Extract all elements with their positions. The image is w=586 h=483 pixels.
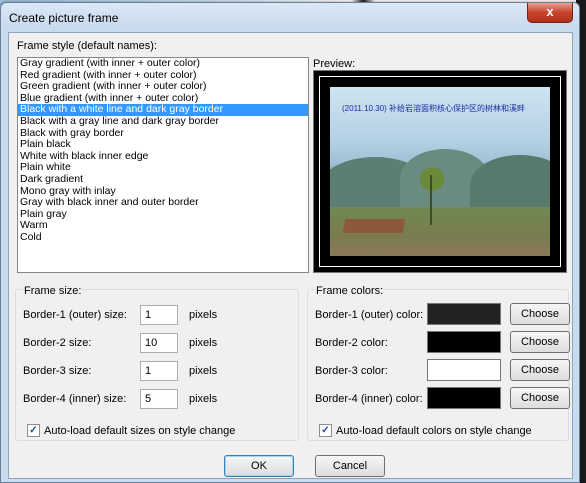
frame-style-label: Frame style (default names): [17, 40, 157, 52]
autoload-sizes-checkbox[interactable]: ✓ [27, 424, 40, 437]
frame-style-listbox[interactable]: Gray gradient (with inner + outer color)… [17, 57, 309, 273]
cancel-button[interactable]: Cancel [315, 455, 385, 477]
border-1-size-input[interactable]: 1 [140, 305, 178, 325]
create-picture-frame-dialog: Create picture frame x Frame style (defa… [0, 2, 580, 483]
photo-mountain [470, 155, 550, 215]
pixels-unit-label: pixels [189, 365, 218, 377]
frame-style-list-item[interactable]: Dark gradient [18, 173, 308, 186]
dialog-client-area: Frame style (default names): Gray gradie… [8, 32, 573, 479]
pixels-unit-label: pixels [189, 393, 218, 405]
checkmark-icon: ✓ [321, 425, 330, 436]
frame-size-label: Frame size: [23, 285, 83, 297]
preview-photo: (2011.10.30) 补给岩溶面积核心保护区的树林和溪畔 [330, 87, 550, 256]
border-1-color-label: Border-1 (outer) color: [315, 309, 424, 321]
pixels-unit-label: pixels [189, 337, 218, 349]
border-3-color-label: Border-3 color: [315, 365, 388, 377]
frame-style-list-item[interactable]: Plain gray [18, 208, 308, 221]
border-1-color-swatch [427, 303, 501, 325]
frame-style-list-item[interactable]: Plain black [18, 139, 308, 151]
checkmark-icon: ✓ [29, 425, 38, 436]
photo-roof [342, 219, 406, 233]
border-2-size-label: Border-2 size: [23, 337, 92, 349]
close-button[interactable]: x [527, 3, 573, 23]
photo-tree [420, 167, 444, 191]
border-2-color-swatch [427, 331, 501, 353]
border-4-color-swatch [427, 387, 501, 409]
photo-tree-trunk [430, 175, 432, 225]
border-1-choose-button[interactable]: Choose [510, 303, 570, 325]
border-3-color-swatch [427, 359, 501, 381]
border-2-size-input[interactable]: 10 [140, 333, 178, 353]
border-4-size-input[interactable]: 5 [140, 389, 178, 409]
frame-colors-label: Frame colors: [315, 285, 385, 297]
border-4-choose-button[interactable]: Choose [510, 387, 570, 409]
autoload-sizes-label[interactable]: Auto-load default sizes on style change [44, 425, 235, 437]
frame-style-list-item[interactable]: Gray with black inner and outer border [18, 197, 308, 209]
frame-style-list-item[interactable]: Warm [18, 220, 308, 232]
border-2-choose-button[interactable]: Choose [510, 331, 570, 353]
autoload-colors-label[interactable]: Auto-load default colors on style change [336, 425, 532, 437]
border-3-choose-button[interactable]: Choose [510, 359, 570, 381]
ok-button[interactable]: OK [224, 455, 294, 477]
frame-style-list-item[interactable]: Cold [18, 231, 308, 244]
border-3-size-input[interactable]: 1 [140, 361, 178, 381]
border-1-size-label: Border-1 (outer) size: [23, 309, 127, 321]
border-4-size-label: Border-4 (inner) size: [23, 393, 127, 405]
border-3-size-label: Border-3 size: [23, 365, 92, 377]
autoload-colors-checkbox[interactable]: ✓ [319, 424, 332, 437]
preview-frame: (2011.10.30) 补给岩溶面积核心保护区的树林和溪畔 [313, 70, 567, 273]
preview-caption: (2011.10.30) 补给岩溶面积核心保护区的树林和溪畔 [342, 104, 525, 113]
frame-style-list-item[interactable]: Black with a gray line and dark gray bor… [18, 115, 308, 128]
border-2-color-label: Border-2 color: [315, 337, 388, 349]
border-4-color-label: Border-4 (inner) color: [315, 393, 423, 405]
frame-style-list-item[interactable]: Gray gradient (with inner + outer color) [18, 58, 308, 70]
title-bar[interactable]: Create picture frame x [1, 3, 579, 31]
pixels-unit-label: pixels [189, 309, 218, 321]
dialog-title: Create picture frame [9, 11, 119, 25]
close-icon: x [546, 4, 554, 19]
preview-label: Preview: [313, 58, 356, 70]
